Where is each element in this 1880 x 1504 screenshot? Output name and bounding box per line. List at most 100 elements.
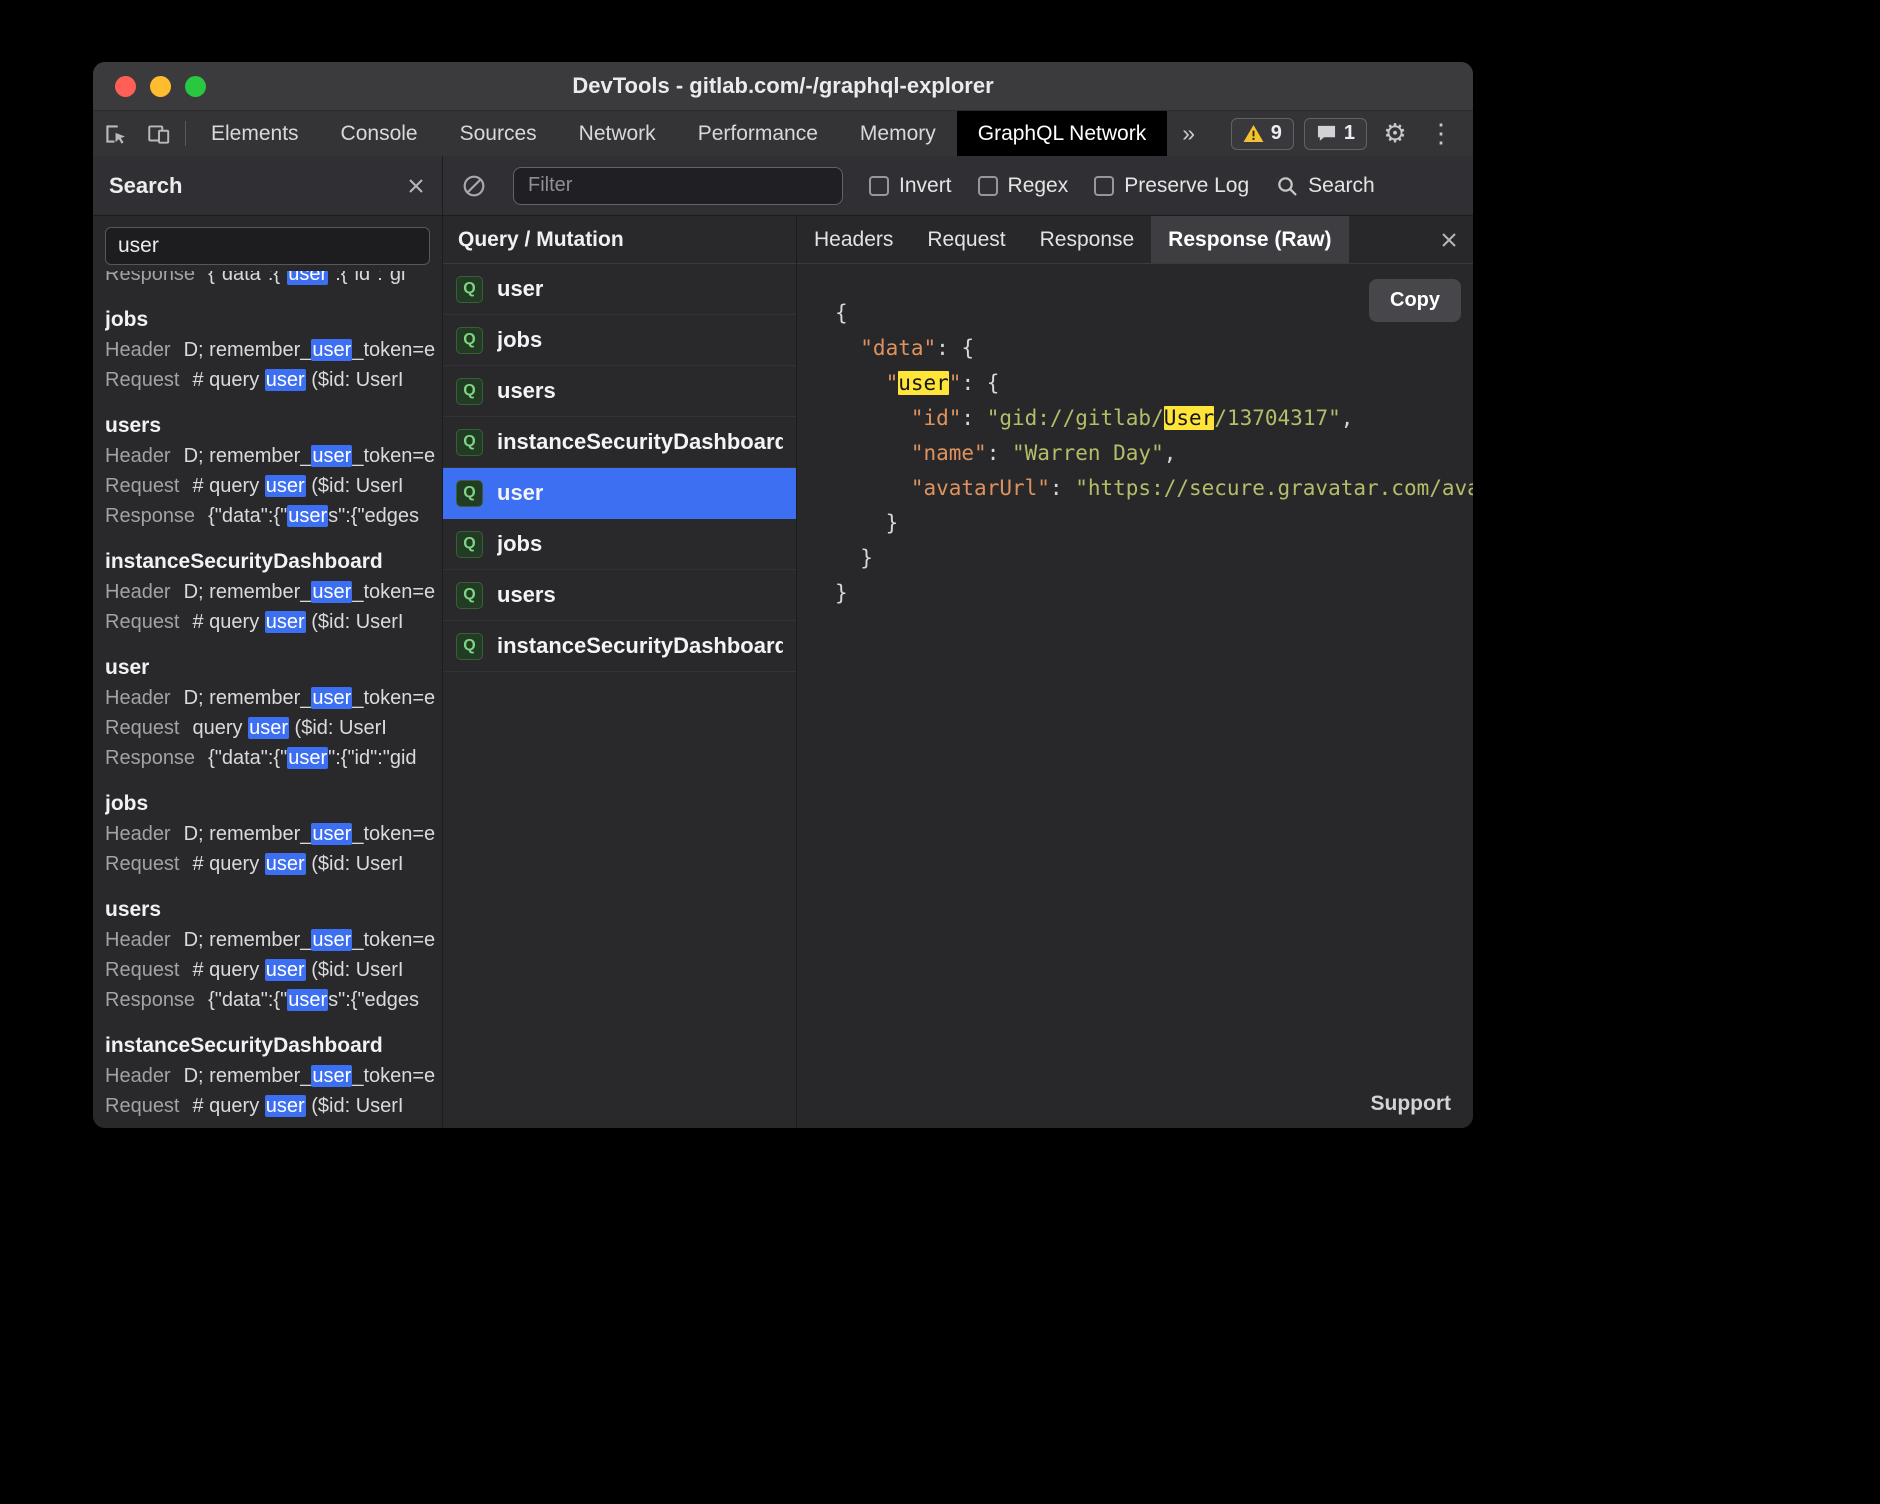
tab-memory[interactable]: Memory <box>839 111 957 156</box>
tab-performance[interactable]: Performance <box>677 111 839 156</box>
search-result-line[interactable]: Response{"data":{"users":{"edges <box>105 501 442 531</box>
devtools-tab-strip: ElementsConsoleSourcesNetworkPerformance… <box>93 111 1473 156</box>
search-result-line[interactable]: HeaderD; remember_user_token=e <box>105 335 442 365</box>
search-result-line[interactable]: Request# query user ($id: UserI <box>105 1091 442 1121</box>
close-search-panel-icon[interactable] <box>406 176 426 196</box>
checkbox-preserve-log[interactable]: Preserve Log <box>1094 174 1249 198</box>
tab-graphql-network[interactable]: GraphQL Network <box>957 111 1167 156</box>
checkbox-box-regex[interactable] <box>978 176 998 196</box>
search-result-line[interactable]: Request# query user ($id: UserI <box>105 955 442 985</box>
text-segment: ($id: UserI <box>306 959 404 981</box>
detail-tab-request[interactable]: Request <box>910 216 1022 263</box>
result-group-title[interactable]: users <box>105 895 442 925</box>
more-tabs-chevron-icon[interactable]: » <box>1167 111 1210 156</box>
result-line-value: D; remember_user_token=e <box>184 687 436 709</box>
json-token: { <box>835 301 848 325</box>
tab-sources[interactable]: Sources <box>439 111 558 156</box>
json-token: , <box>1164 441 1177 465</box>
query-item-jobs[interactable]: Qjobs <box>443 315 796 366</box>
result-line-value: D; remember_user_token=e <box>184 339 436 361</box>
checkbox-box-preserve-log[interactable] <box>1094 176 1114 196</box>
search-result-line[interactable]: Request# query user ($id: UserI <box>105 365 442 395</box>
search-result-line[interactable]: Response {"data":{"user":{"id":"gid <box>105 743 442 773</box>
query-item-users[interactable]: Qusers <box>443 366 796 417</box>
close-window-button[interactable] <box>115 76 136 97</box>
issues-badge[interactable]: 1 <box>1304 118 1367 150</box>
json-token: "gid://gitlab/ <box>987 406 1164 430</box>
copy-button[interactable]: Copy <box>1369 279 1461 322</box>
detail-tab-response[interactable]: Response <box>1023 216 1152 263</box>
search-result-line[interactable]: HeaderD; remember_user_token=e <box>105 683 442 713</box>
zoom-window-button[interactable] <box>185 76 206 97</box>
result-line-label: Response <box>105 989 195 1011</box>
checkbox-regex[interactable]: Regex <box>978 174 1069 198</box>
result-line-value: {"data":{"user":{"id":"gid <box>208 747 417 769</box>
search-match-highlight: user <box>311 823 352 845</box>
minimize-window-button[interactable] <box>150 76 171 97</box>
search-result-line[interactable]: Response{"data":{"users":{"edges <box>105 985 442 1015</box>
search-result-line[interactable]: Requestquery user ($id: UserI <box>105 713 442 743</box>
close-detail-icon[interactable] <box>1425 216 1473 263</box>
json-line: } <box>835 576 1473 611</box>
json-token: " <box>886 371 899 395</box>
query-type-badge: Q <box>456 429 483 456</box>
json-viewer: {"data": {"user": {"id": "gid://gitlab/U… <box>835 296 1473 611</box>
search-result-line[interactable]: HeaderD; remember_user_token=e <box>105 819 442 849</box>
result-group-title[interactable]: jobs <box>105 305 442 335</box>
checkbox-invert[interactable]: Invert <box>869 174 952 198</box>
query-item-jobs[interactable]: Qjobs <box>443 519 796 570</box>
result-group-title[interactable]: users <box>105 411 442 441</box>
toggle-device-toolbar-icon[interactable] <box>137 111 181 156</box>
result-group-title[interactable]: instanceSecurityDashboard <box>105 1031 442 1061</box>
result-line-label: Response <box>105 505 195 527</box>
result-line-value: # query user ($id: UserI <box>193 475 404 497</box>
result-group-title[interactable]: instanceSecurityDashboard <box>105 547 442 577</box>
inspect-element-icon[interactable] <box>93 111 137 156</box>
json-line: } <box>835 506 1473 541</box>
tab-console[interactable]: Console <box>320 111 439 156</box>
detail-tab-response-raw[interactable]: Response (Raw) <box>1151 216 1348 263</box>
result-group-title[interactable]: jobs <box>105 789 442 819</box>
search-match-highlight: user <box>311 581 352 603</box>
settings-gear-icon[interactable]: ⚙ <box>1377 118 1413 149</box>
toolbar-search-button[interactable]: Search <box>1275 174 1375 198</box>
search-input[interactable] <box>105 227 430 265</box>
result-line-label: Response <box>105 747 195 769</box>
search-result-group: usersHeaderD; remember_user_token=eReque… <box>105 895 442 1015</box>
search-match-highlight: user <box>311 1065 352 1087</box>
detail-tab-headers[interactable]: Headers <box>797 216 910 263</box>
support-link[interactable]: Support <box>1371 1092 1451 1116</box>
query-item-label: jobs <box>497 327 542 353</box>
search-result-line[interactable]: HeaderD; remember_user_token=e <box>105 925 442 955</box>
query-item-label: users <box>497 378 556 404</box>
more-options-icon[interactable]: ⋮ <box>1423 118 1459 149</box>
checkbox-box-invert[interactable] <box>869 176 889 196</box>
tab-elements[interactable]: Elements <box>190 111 320 156</box>
search-result-line[interactable]: HeaderD; remember_user_token=e <box>105 1061 442 1091</box>
search-result-line[interactable]: HeaderD; remember_user_token=e <box>105 577 442 607</box>
result-line-label: Request <box>105 717 180 739</box>
search-result-line[interactable]: Request# query user ($id: UserI <box>105 849 442 879</box>
text-segment: ":{"id":"gid <box>328 747 416 769</box>
text-segment: D; remember_ <box>184 1065 312 1087</box>
search-result-line[interactable]: Request# query user ($id: UserI <box>105 607 442 637</box>
search-result-line[interactable]: Response{"data":{"user":{"id":"gi <box>105 271 442 289</box>
query-item-instancesecuritydashboard[interactable]: QinstanceSecurityDashboard <box>443 417 796 468</box>
query-item-instancesecuritydashboard[interactable]: QinstanceSecurityDashboard <box>443 621 796 672</box>
search-result-line[interactable]: HeaderD; remember_user_token=e <box>105 441 442 471</box>
search-result-line[interactable]: Request# query user ($id: UserI <box>105 471 442 501</box>
filter-input[interactable] <box>513 167 843 205</box>
warning-count: 9 <box>1271 122 1282 145</box>
text-segment: _token=e <box>352 339 435 361</box>
search-match-highlight: user <box>265 475 306 497</box>
json-token: "name" <box>911 441 987 465</box>
text-segment: D; remember_ <box>184 339 312 361</box>
query-item-users[interactable]: Qusers <box>443 570 796 621</box>
clear-requests-icon[interactable] <box>461 173 487 199</box>
query-item-user[interactable]: Quser <box>443 468 796 519</box>
warnings-badge[interactable]: 9 <box>1231 118 1294 150</box>
result-group-title[interactable]: user <box>105 653 442 683</box>
search-match-highlight: user <box>287 505 328 527</box>
tab-network[interactable]: Network <box>558 111 677 156</box>
query-item-user[interactable]: Quser <box>443 264 796 315</box>
